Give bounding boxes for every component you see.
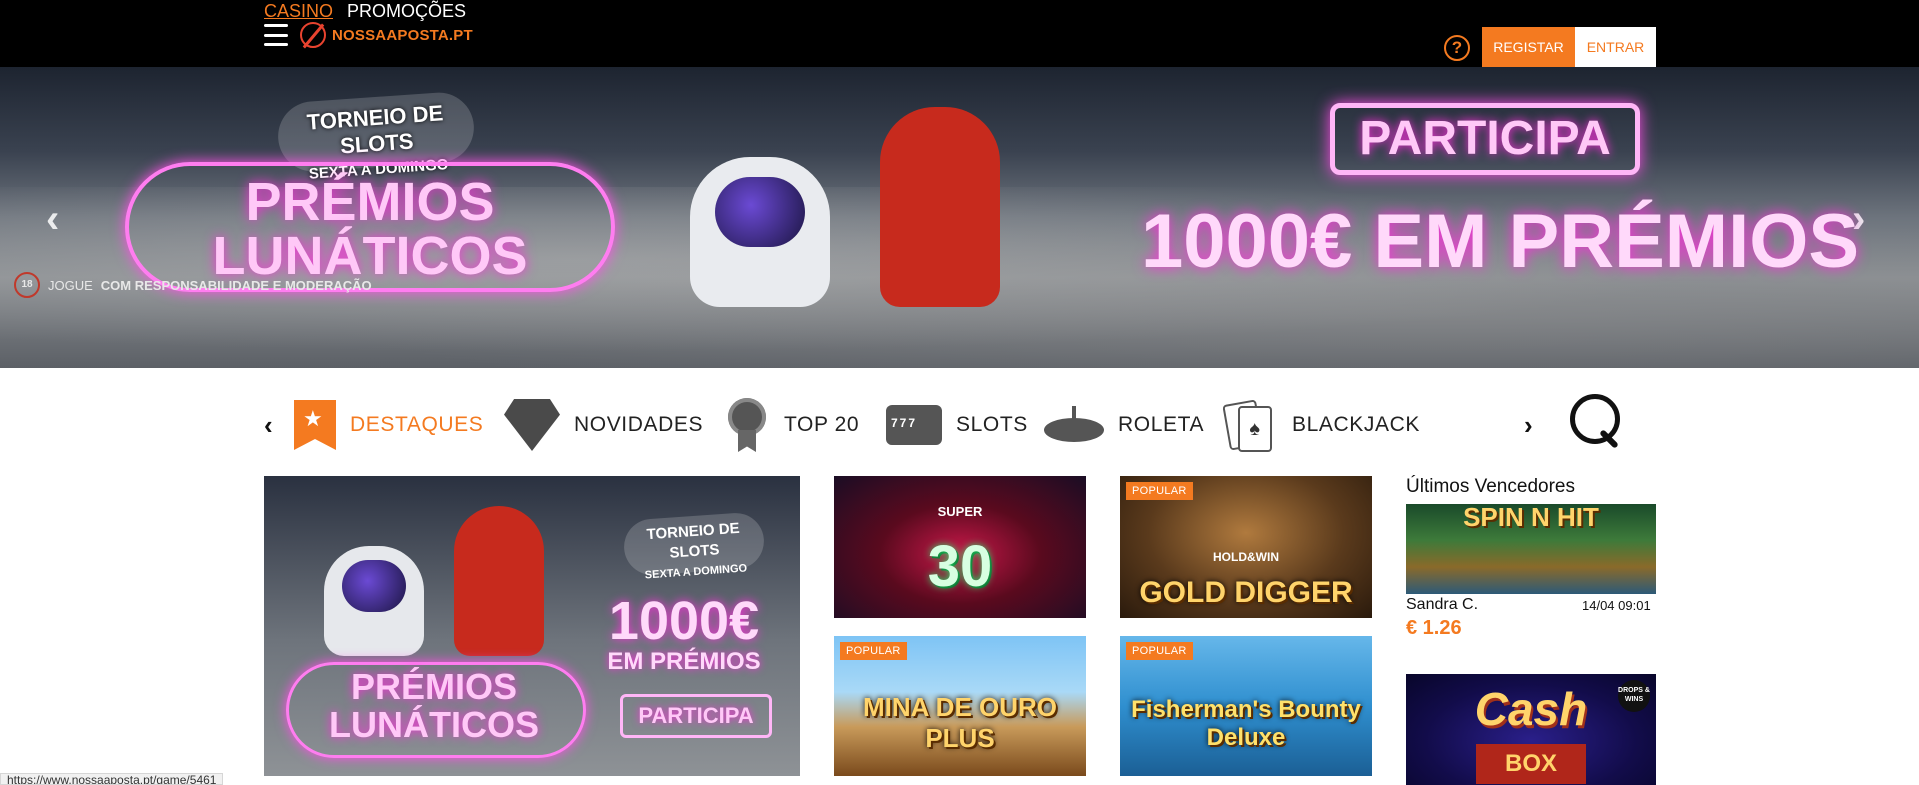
banner-participa-button[interactable]: PARTICIPA bbox=[1330, 103, 1640, 175]
category-slots[interactable]: SLOTS bbox=[886, 396, 1028, 454]
game-tile-cash-box[interactable]: Cash BOX DROPS & WINS bbox=[1406, 674, 1656, 785]
age-18-icon: 18 bbox=[14, 272, 40, 298]
game-title: Fisherman's Bounty Deluxe bbox=[1131, 696, 1361, 751]
hero-banner[interactable]: ‹ › TORNEIO DE SLOTS SEXTA A DOMINGO PRÉ… bbox=[0, 67, 1919, 368]
site-logo[interactable]: NOSSAAPOSTA.PT bbox=[300, 22, 473, 48]
tournament-title: TORNEIO DE SLOTS bbox=[306, 100, 444, 159]
banner-characters bbox=[670, 87, 1050, 368]
game-tile-super-30[interactable]: SUPER 30 bbox=[834, 476, 1086, 618]
game-title: MINA DE OURO PLUS bbox=[862, 692, 1058, 753]
devil-illustration bbox=[454, 506, 544, 656]
tab-casino[interactable]: CASINO bbox=[264, 0, 333, 22]
promo-amount: 1000€ bbox=[608, 591, 760, 651]
category-destaques[interactable]: DESTAQUES bbox=[294, 396, 483, 454]
category-prev-arrow[interactable]: ‹ bbox=[264, 410, 273, 441]
slot-machine-icon bbox=[886, 405, 942, 445]
popular-badge: POPULAR bbox=[840, 642, 907, 660]
category-label: NOVIDADES bbox=[574, 413, 704, 436]
game-title: GOLD DIGGER bbox=[1139, 576, 1353, 609]
responsibility-note: 18 JOGUE COM RESPONSABILIDADE E MODERAÇÃ… bbox=[14, 272, 372, 298]
promo-tile[interactable]: TORNEIO DE SLOTS SEXTA A DOMINGO 1000€ E… bbox=[264, 476, 800, 776]
winner-game-title: SPIN N HIT bbox=[1463, 504, 1599, 532]
help-icon[interactable]: ? bbox=[1444, 35, 1470, 61]
banner-prize-text: 1000€ EM PRÉMIOS bbox=[1140, 199, 1860, 284]
game-tile-fishermans-bounty[interactable]: POPULAR Fisherman's Bounty Deluxe bbox=[1120, 636, 1372, 776]
roulette-icon bbox=[1044, 406, 1104, 444]
search-icon[interactable] bbox=[1570, 394, 1622, 450]
logo-mark-icon bbox=[300, 22, 326, 48]
responsibility-text: COM RESPONSABILIDADE E MODERAÇÃO bbox=[100, 277, 372, 293]
astronaut-illustration bbox=[690, 157, 830, 307]
category-novidades[interactable]: NOVIDADES bbox=[504, 396, 703, 454]
game-subtitle: HOLD&WIN bbox=[1213, 550, 1279, 564]
category-blackjack[interactable]: BLACKJACK bbox=[1224, 396, 1420, 454]
bookmark-star-icon bbox=[294, 400, 336, 450]
top-nav: CASINO PROMOÇÕES bbox=[264, 0, 466, 22]
category-label: TOP 20 bbox=[784, 413, 860, 436]
winner-name: Sandra C. bbox=[1406, 596, 1479, 613]
hamburger-menu-icon[interactable] bbox=[264, 24, 288, 46]
devil-illustration bbox=[880, 107, 1000, 307]
diamond-icon bbox=[504, 399, 560, 451]
responsibility-prefix: JOGUE bbox=[48, 277, 93, 293]
winners-title: Últimos Vencedores bbox=[1406, 476, 1575, 497]
logo-text: NOSSAAPOSTA.PT bbox=[332, 26, 473, 44]
astronaut-illustration bbox=[324, 546, 424, 656]
drops-wins-badge: DROPS & WINS bbox=[1618, 680, 1650, 712]
winner-time: 14/04 09:01 bbox=[1582, 598, 1651, 613]
promo-headline: PRÉMIOS LUNÁTICOS bbox=[329, 666, 539, 745]
promo-characters bbox=[324, 506, 564, 666]
category-label: BLACKJACK bbox=[1292, 413, 1420, 436]
category-label: SLOTS bbox=[956, 413, 1028, 436]
status-bar-url: https://www.nossaaposta.pt/game/5461 bbox=[0, 773, 224, 785]
top-header: CASINO PROMOÇÕES NOSSAAPOSTA.PT ? REGIST… bbox=[0, 0, 1919, 68]
promo-tournament-title: TORNEIO DE SLOTS bbox=[646, 519, 741, 562]
banner-headline: PRÉMIOS LUNÁTICOS bbox=[212, 172, 528, 286]
banner-prev-arrow[interactable]: ‹ bbox=[46, 197, 59, 242]
game-subtitle: SUPER bbox=[937, 504, 983, 519]
login-button[interactable]: ENTRAR bbox=[1575, 27, 1656, 68]
category-label: ROLETA bbox=[1118, 413, 1205, 436]
game-tile-gold-digger[interactable]: POPULAR HOLD&WIN GOLD DIGGER bbox=[1120, 476, 1372, 618]
popular-badge: POPULAR bbox=[1126, 642, 1193, 660]
promo-amount-sub: EM PRÉMIOS bbox=[607, 648, 761, 675]
category-roleta[interactable]: ROLETA bbox=[1044, 396, 1204, 454]
promo-tournament-badge: TORNEIO DE SLOTS SEXTA A DOMINGO bbox=[622, 511, 766, 581]
promo-tournament-days: SEXTA A DOMINGO bbox=[644, 562, 748, 582]
game-tile-mina-de-ouro[interactable]: POPULAR MINA DE OURO PLUS bbox=[834, 636, 1086, 776]
playing-cards-icon bbox=[1224, 400, 1272, 452]
category-top20[interactable]: TOP 20 bbox=[724, 396, 859, 454]
winner-game-thumbnail[interactable]: SPIN N HIT bbox=[1406, 504, 1656, 594]
category-nav: ‹ DESTAQUES NOVIDADES TOP 20 SLOTS ROLET… bbox=[264, 390, 1656, 460]
category-label: DESTAQUES bbox=[350, 413, 484, 436]
popular-badge: POPULAR bbox=[1126, 482, 1193, 500]
game-subtitle: BOX bbox=[1476, 744, 1586, 784]
tab-promocoes[interactable]: PROMOÇÕES bbox=[347, 0, 466, 22]
game-title: 30 bbox=[927, 534, 993, 599]
promo-participa-button[interactable]: PARTICIPA bbox=[620, 694, 772, 738]
register-button[interactable]: REGISTAR bbox=[1482, 27, 1575, 68]
award-icon bbox=[724, 398, 770, 452]
winner-amount: € 1.26 bbox=[1406, 617, 1462, 639]
category-next-arrow[interactable]: › bbox=[1524, 410, 1533, 441]
